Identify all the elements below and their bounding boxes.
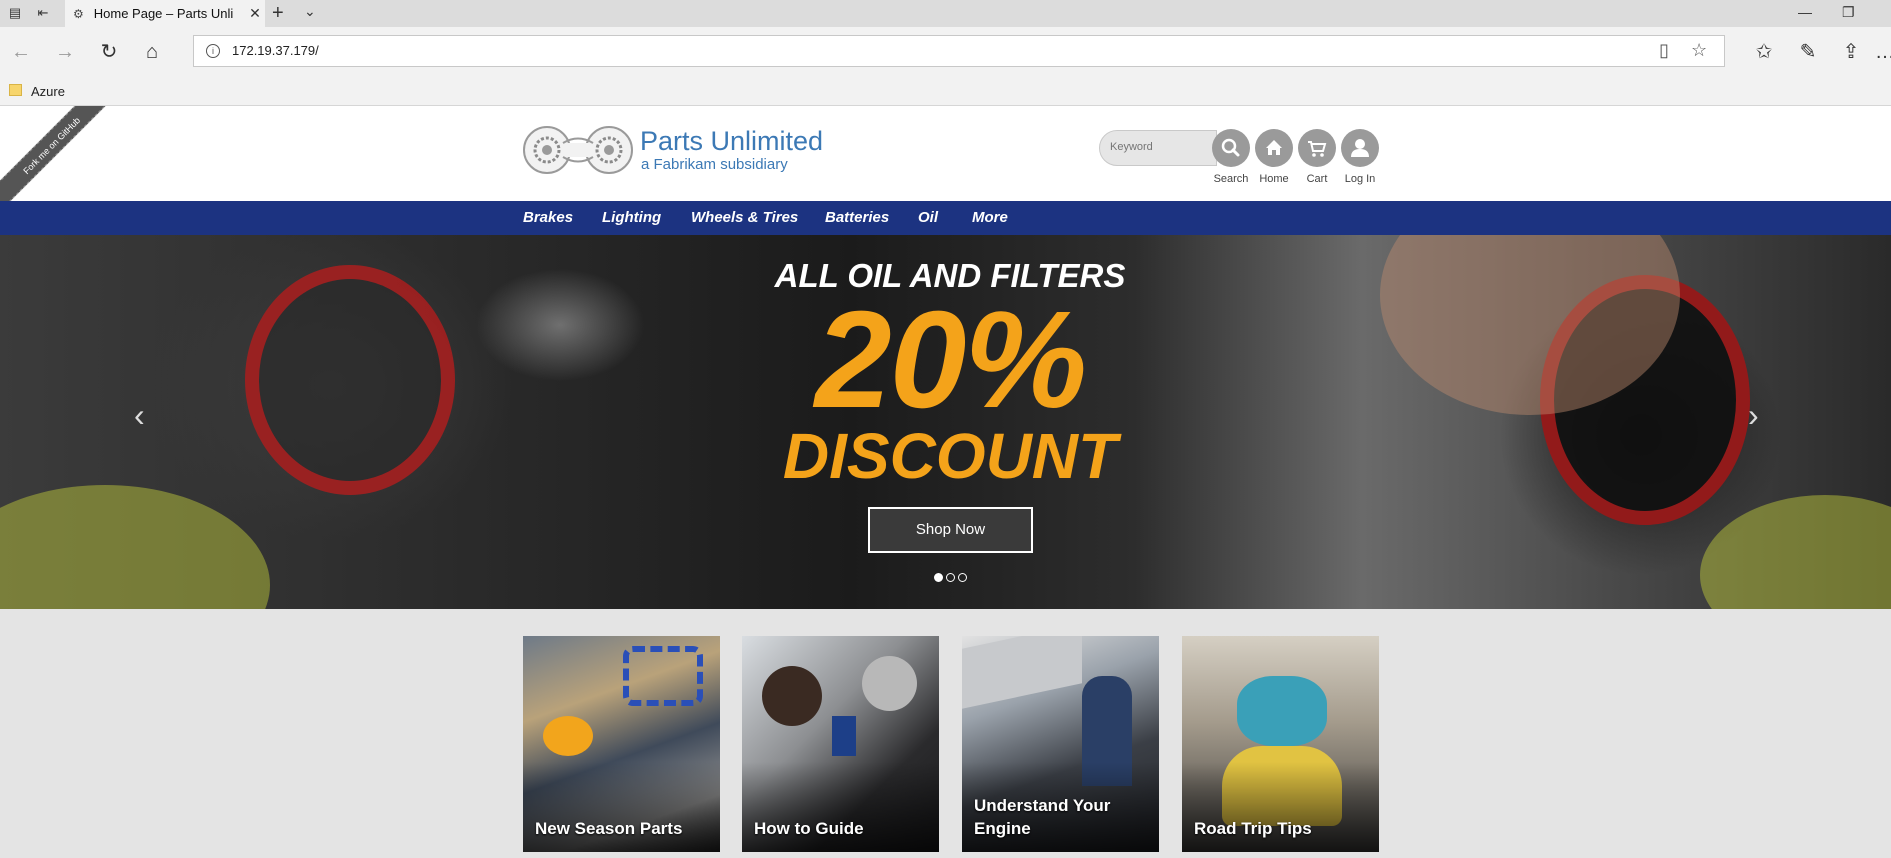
hero-bg-vest-left <box>0 485 270 609</box>
tile-caption: Road Trip Tips <box>1194 819 1312 838</box>
hero-bg-vest-right <box>1700 495 1891 609</box>
brand-subtitle: a Fabrikam subsidiary <box>641 156 788 173</box>
search-input[interactable] <box>1110 141 1205 153</box>
search-button[interactable] <box>1212 129 1250 167</box>
tile-understand-your-engine[interactable]: Understand Your Engine <box>962 636 1159 852</box>
search-box <box>1099 130 1217 166</box>
back-icon[interactable]: ← <box>8 39 34 65</box>
web-note-icon[interactable]: ✎ <box>1795 39 1821 65</box>
tab-favicon-icon: ⚙ <box>73 6 84 21</box>
tile-caption: New Season Parts <box>535 819 683 838</box>
carousel-dot-1[interactable] <box>934 573 943 582</box>
more-icon[interactable]: … <box>1872 39 1891 65</box>
nav-more[interactable]: More <box>972 209 1008 226</box>
brand-name[interactable]: Parts Unlimited <box>640 126 823 157</box>
nav-oil[interactable]: Oil <box>918 209 938 226</box>
cart-button[interactable] <box>1298 129 1336 167</box>
minimize-icon[interactable]: — <box>1798 4 1812 20</box>
search-icon <box>1221 138 1240 157</box>
login-button[interactable] <box>1341 129 1379 167</box>
site-info-icon[interactable]: i <box>206 44 220 58</box>
nav-lighting[interactable]: Lighting <box>602 209 661 226</box>
tile-image-person-right <box>862 656 917 711</box>
tile-new-season-parts[interactable]: New Season Parts <box>523 636 720 852</box>
tile-image-filter <box>543 716 593 756</box>
tile-image-springs <box>623 646 703 706</box>
tile-image-tablet <box>832 716 856 756</box>
hero-discount: DISCOUNT <box>782 420 1118 492</box>
shop-now-button[interactable]: Shop Now <box>868 507 1033 553</box>
restore-icon[interactable]: ❐ <box>1842 4 1855 21</box>
tab-close-icon[interactable]: ✕ <box>245 5 265 22</box>
carousel-dot-3[interactable] <box>958 573 967 582</box>
carousel-next-icon[interactable]: › <box>1748 397 1759 434</box>
carousel-indicators <box>934 573 974 583</box>
browser-tab-active[interactable]: ⚙ Home Page – Parts Unli ✕ <box>65 0 265 27</box>
carousel-dot-2[interactable] <box>946 573 955 582</box>
reading-view-icon[interactable]: ▯ <box>1659 40 1669 61</box>
favorite-azure[interactable]: Azure <box>31 84 65 99</box>
cart-icon <box>1308 141 1327 157</box>
favorites-bar: Azure <box>0 76 1891 106</box>
home-icon[interactable]: ⌂ <box>139 39 165 65</box>
nav-batteries[interactable]: Batteries <box>825 209 889 226</box>
browser-nav-bar: ← → ↻ ⌂ i 172.19.37.179/ ▯ ☆ ✩ ✎ ⇪ … <box>0 27 1891 76</box>
home-icon <box>1266 140 1282 155</box>
tile-road-trip-tips[interactable]: Road Trip Tips <box>1182 636 1379 852</box>
category-nav: Brakes Lighting Wheels & Tires Batteries… <box>0 201 1891 235</box>
favorites-hub-icon[interactable]: ✩ <box>1751 39 1777 65</box>
refresh-icon[interactable]: ↻ <box>96 39 122 65</box>
address-url: 172.19.37.179/ <box>232 43 319 58</box>
user-icon <box>1351 139 1369 157</box>
folder-icon <box>9 84 22 96</box>
github-ribbon-wrap: Fork me on GitHub <box>0 106 110 216</box>
carousel-prev-icon[interactable]: ‹ <box>134 397 145 434</box>
tile-image-person-left <box>762 666 822 726</box>
tile-image-hood <box>962 636 1082 709</box>
tab-title: Home Page – Parts Unli <box>93 6 234 21</box>
forward-icon[interactable]: → <box>52 39 78 65</box>
hero-bg-earmuff-left <box>245 265 455 495</box>
tab-actions-icon[interactable]: ▤ <box>6 4 24 22</box>
new-tab-icon[interactable]: + <box>272 3 284 23</box>
parts-unlimited-logo-icon[interactable] <box>523 124 633 176</box>
nav-wheels-tires[interactable]: Wheels & Tires <box>691 209 798 226</box>
site-header: Fork me on GitHub Parts Unlimited a Fabr… <box>0 106 1891 216</box>
hero-carousel: ‹ › ALL OIL AND FILTERS 20% DISCOUNT Sho… <box>0 235 1891 609</box>
browser-tab-bar: ▤ ⇤ ⚙ Home Page – Parts Unli ✕ + ⌄ — ❐ <box>0 0 1891 27</box>
home-button[interactable] <box>1255 129 1293 167</box>
tile-caption: How to Guide <box>754 819 864 838</box>
login-label: Log In <box>1344 173 1376 185</box>
tile-image-travelers <box>1237 676 1327 746</box>
favorite-star-icon[interactable]: ☆ <box>1691 40 1707 61</box>
address-bar[interactable]: i 172.19.37.179/ ▯ ☆ <box>193 35 1725 67</box>
nav-brakes[interactable]: Brakes <box>523 209 573 226</box>
hero-percent: 20% <box>814 283 1087 437</box>
set-aside-tabs-icon[interactable]: ⇤ <box>34 4 52 22</box>
share-icon[interactable]: ⇪ <box>1838 39 1864 65</box>
tile-how-to-guide[interactable]: How to Guide <box>742 636 939 852</box>
github-ribbon[interactable]: Fork me on GitHub <box>0 106 110 216</box>
tile-caption: Understand Your Engine <box>974 796 1111 838</box>
tab-preview-chevron-icon[interactable]: ⌄ <box>304 3 316 20</box>
